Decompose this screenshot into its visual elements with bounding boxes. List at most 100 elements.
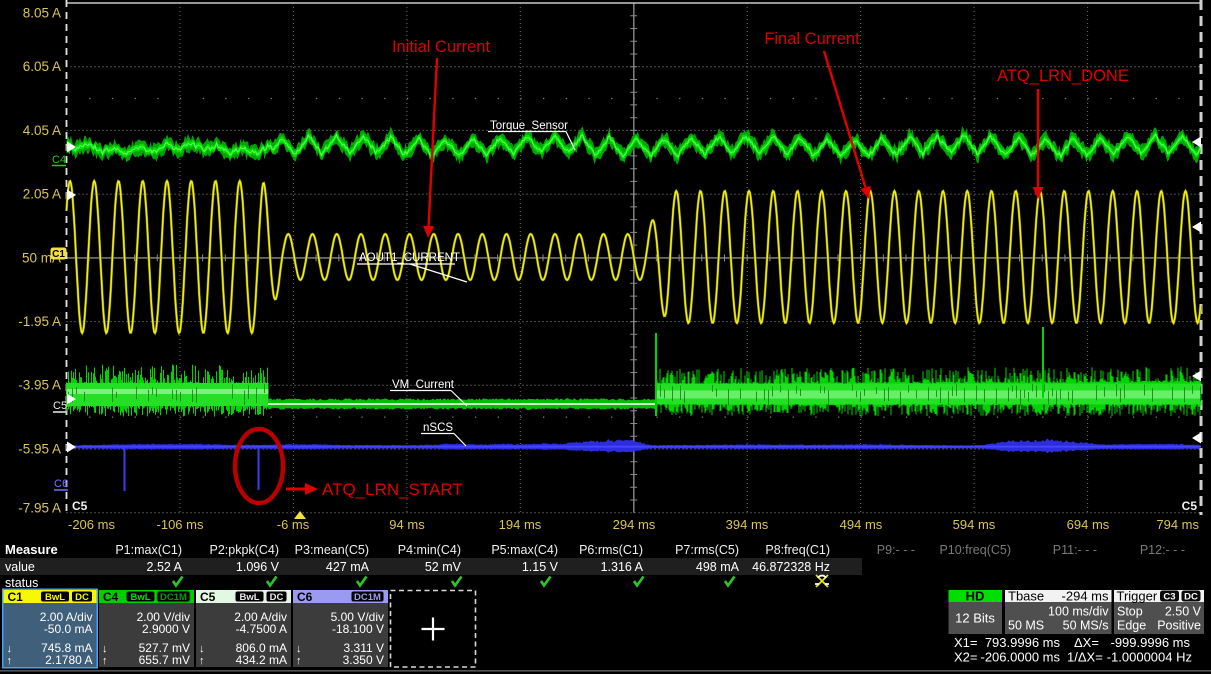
svg-text:-18.100 V: -18.100 V [332,622,384,636]
svg-text:12 Bits: 12 Bits [955,611,995,626]
svg-text:-206.0000 ms: -206.0000 ms [981,650,1061,665]
svg-text:BwL: BwL [45,592,65,603]
svg-text:AOUT1_CURRENT: AOUT1_CURRENT [359,252,460,264]
svg-text:↑: ↑ [296,655,302,667]
svg-text:P4:min(C4): P4:min(C4) [398,543,461,557]
svg-text:P3:mean(C5): P3:mean(C5) [295,543,369,557]
svg-text:94 ms: 94 ms [389,517,425,532]
svg-text:BwL: BwL [239,592,259,603]
svg-text:Stop: Stop [1117,605,1143,619]
svg-text:-106 ms: -106 ms [157,517,204,532]
svg-text:-4.7500 A: -4.7500 A [236,622,287,636]
svg-text:↑: ↑ [199,655,205,667]
svg-text:3.350 V: 3.350 V [343,653,384,667]
svg-text:DC: DC [75,592,89,603]
svg-text:100 ms/div: 100 ms/div [1048,605,1109,619]
svg-text:DC: DC [270,592,284,603]
svg-text:P7:rms(C5): P7:rms(C5) [675,543,739,557]
svg-text:BwL: BwL [130,592,150,603]
svg-text:1.15 V: 1.15 V [522,560,559,574]
svg-text:status: status [5,576,38,590]
svg-text:DC1M: DC1M [160,592,187,603]
svg-text:4.05 A: 4.05 A [23,123,61,138]
svg-text:C5: C5 [53,400,67,412]
svg-text:Positive: Positive [1157,619,1201,633]
svg-text:-999.9996 ms: -999.9996 ms [1111,635,1191,650]
svg-text:P11:- - -: P11:- - - [1053,543,1097,557]
svg-text:P12:- - -: P12:- - - [1140,543,1185,557]
svg-text:1.096 V: 1.096 V [236,560,280,574]
svg-text:427 mA: 427 mA [326,560,370,574]
svg-text:1/ΔX=: 1/ΔX= [1067,650,1103,665]
svg-text:Final Current: Final Current [764,30,860,48]
svg-text:X2=: X2= [954,650,978,665]
svg-text:C6: C6 [297,590,313,604]
svg-text:655.7 mV: 655.7 mV [139,653,190,667]
svg-text:2.05 A: 2.05 A [23,187,61,202]
svg-text:8.05 A: 8.05 A [23,6,61,21]
svg-text:-5.95 A: -5.95 A [18,441,61,456]
svg-text:VM_Current: VM_Current [392,379,455,391]
svg-text:ATQ_LRN_START: ATQ_LRN_START [322,480,463,499]
svg-text:↑: ↑ [7,655,13,667]
svg-text:Measure: Measure [5,542,58,557]
svg-text:C4: C4 [52,154,66,166]
svg-text:Trigger: Trigger [1117,589,1158,604]
svg-text:↓: ↓ [199,643,205,655]
svg-text:P5:max(C4): P5:max(C4) [491,543,558,557]
svg-text:DC: DC [1184,592,1198,603]
svg-text:C5: C5 [200,590,216,604]
svg-text:498 mA: 498 mA [696,560,740,574]
svg-text:494 ms: 494 ms [840,517,883,532]
svg-text:HD: HD [966,589,985,604]
svg-text:2.50 V: 2.50 V [1165,605,1202,619]
svg-text:C5: C5 [72,499,88,513]
svg-text:52 mV: 52 mV [425,560,462,574]
svg-text:C5: C5 [1182,499,1198,513]
svg-text:P10:freq(C5): P10:freq(C5) [939,543,1011,557]
svg-text:2.1780 A: 2.1780 A [45,653,92,667]
svg-text:6.05 A: 6.05 A [23,59,61,74]
svg-text:394 ms: 394 ms [726,517,769,532]
svg-text:nSCS: nSCS [423,422,453,434]
svg-text:-50.0 mA: -50.0 mA [44,622,93,636]
svg-text:Edge: Edge [1117,619,1146,633]
svg-text:-1.95 A: -1.95 A [18,314,61,329]
svg-text:↑: ↑ [102,655,108,667]
svg-text:50 MS/s: 50 MS/s [1063,619,1109,633]
svg-text:2.9000 V: 2.9000 V [142,622,190,636]
svg-text:ATQ_LRN_DONE: ATQ_LRN_DONE [997,67,1129,85]
svg-text:C1: C1 [52,249,65,260]
svg-text:1.316 A: 1.316 A [601,560,644,574]
svg-text:P1:max(C1): P1:max(C1) [115,543,182,557]
svg-text:Initial Current: Initial Current [392,38,491,56]
svg-text:194 ms: 194 ms [499,517,542,532]
svg-text:P8:freq(C1): P8:freq(C1) [765,543,830,557]
svg-text:↓: ↓ [7,643,13,655]
svg-text:46.872328 Hz: 46.872328 Hz [752,560,830,574]
svg-text:-294 ms: -294 ms [1062,589,1109,604]
svg-text:Tbase: Tbase [1008,589,1044,604]
svg-text:-1.0000004 Hz: -1.0000004 Hz [1107,650,1192,665]
svg-text:P9:- - -: P9:- - - [877,543,915,557]
svg-text:C4: C4 [103,590,119,604]
svg-text:C1: C1 [8,590,24,604]
svg-text:C6: C6 [54,478,68,490]
svg-text:793.9996 ms: 793.9996 ms [985,635,1061,650]
svg-text:-6 ms: -6 ms [277,517,310,532]
svg-text:-3.95 A: -3.95 A [18,378,61,393]
svg-text:2.52 A: 2.52 A [147,560,183,574]
svg-text:294 ms: 294 ms [613,517,656,532]
svg-text:P2:pkpk(C4): P2:pkpk(C4) [210,543,279,557]
svg-text:434.2 mA: 434.2 mA [236,653,287,667]
svg-text:P6:rms(C1): P6:rms(C1) [579,543,643,557]
svg-text:↓: ↓ [296,643,302,655]
svg-text:DC1M: DC1M [354,592,381,603]
svg-text:694 ms: 694 ms [1067,517,1110,532]
svg-text:794 ms: 794 ms [1156,517,1199,532]
svg-text:594 ms: 594 ms [953,517,996,532]
svg-text:C3: C3 [1163,592,1175,603]
svg-text:ΔX=: ΔX= [1074,635,1099,650]
svg-text:X1=: X1= [954,635,978,650]
svg-text:50 MS: 50 MS [1008,619,1044,633]
